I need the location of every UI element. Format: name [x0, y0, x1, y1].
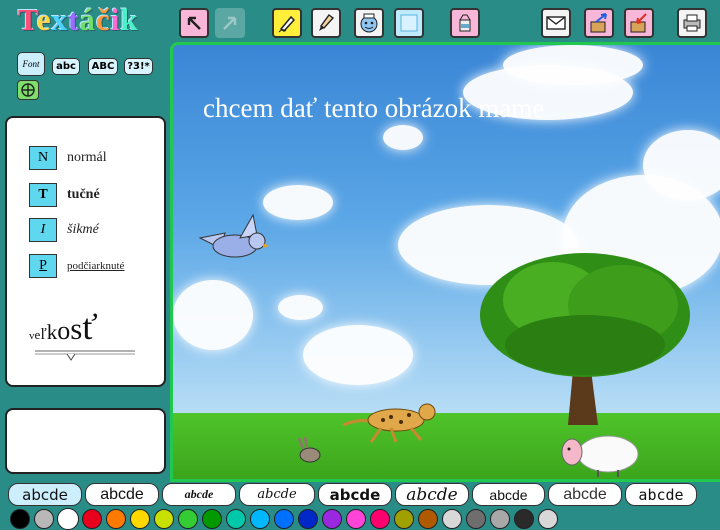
color-swatch[interactable]: [130, 509, 150, 529]
cloud: [303, 325, 413, 385]
font-sample-7[interactable]: abcde: [472, 483, 545, 506]
style-normal-key: N: [29, 146, 57, 170]
font-size-control[interactable]: veľkosť: [29, 306, 137, 362]
font-sample-4[interactable]: abcde: [239, 483, 315, 506]
color-swatch[interactable]: [178, 509, 198, 529]
face-icon: [360, 13, 378, 33]
style-normal-label: normál: [67, 150, 107, 165]
font-sample-5[interactable]: abcde: [318, 483, 392, 506]
color-swatch[interactable]: [250, 509, 270, 529]
color-swatch[interactable]: [202, 509, 222, 529]
pen-icon: [278, 15, 296, 33]
size-slider-icon: [35, 350, 135, 361]
move-button[interactable]: [17, 80, 39, 100]
color-swatch[interactable]: [322, 509, 342, 529]
blank-page-button[interactable]: [394, 8, 424, 38]
drawing-canvas[interactable]: chcem dať tento obrázok mame: [170, 42, 720, 482]
color-swatch[interactable]: [394, 509, 414, 529]
style-italic-label: šikmé: [67, 222, 99, 237]
bottom-bar: abcde abcde abcde abcde abcde abcde abcd…: [0, 482, 720, 530]
paint-bucket-button[interactable]: [450, 8, 480, 38]
color-swatch[interactable]: [370, 509, 390, 529]
font-sample-8[interactable]: abcde: [548, 483, 622, 506]
box-arrow-out-icon: [630, 13, 647, 33]
symbols-button[interactable]: ?3!*: [124, 58, 153, 75]
font-sample-1[interactable]: abcde: [8, 483, 82, 506]
font-sample-6[interactable]: abcde: [395, 483, 469, 506]
color-swatch[interactable]: [346, 509, 366, 529]
color-swatch[interactable]: [274, 509, 294, 529]
print-button[interactable]: [677, 8, 707, 38]
style-italic[interactable]: I šikmé: [29, 218, 99, 242]
font-size-label: veľkosť: [29, 307, 98, 347]
font-samples: abcde abcde abcde abcde abcde abcde abcd…: [8, 483, 697, 506]
color-swatch[interactable]: [106, 509, 126, 529]
style-underline-key: P: [29, 254, 57, 278]
undo-button[interactable]: [179, 8, 209, 38]
page-icon: [400, 14, 418, 32]
color-swatch[interactable]: [538, 509, 558, 529]
redo-button[interactable]: [215, 8, 245, 38]
top-toolbar: Textáčik: [0, 0, 720, 42]
arrow-back-icon: [187, 16, 201, 30]
uppercase-button[interactable]: ABC: [88, 58, 118, 75]
arrow-forward-icon: [223, 16, 237, 30]
color-swatch[interactable]: [10, 509, 30, 529]
sheep-sticker[interactable]: [558, 430, 640, 478]
font-sample-9[interactable]: abcde: [625, 483, 697, 506]
notes-box[interactable]: [5, 408, 166, 474]
bird-sticker[interactable]: [195, 213, 270, 268]
printer-icon: [683, 14, 701, 32]
cloud: [383, 125, 423, 150]
open-button[interactable]: [584, 8, 614, 38]
pen-tool-button[interactable]: [272, 8, 302, 38]
tree-sticker[interactable]: [473, 250, 698, 430]
style-italic-key: I: [29, 218, 57, 242]
cheetah-sticker[interactable]: [341, 400, 441, 445]
color-swatch[interactable]: [34, 509, 54, 529]
cloud: [263, 185, 333, 220]
color-swatch[interactable]: [418, 509, 438, 529]
character-button[interactable]: [354, 8, 384, 38]
app-logo: Textáčik: [18, 2, 139, 37]
move-icon: [21, 83, 35, 97]
color-swatch[interactable]: [490, 509, 510, 529]
color-swatch[interactable]: [82, 509, 102, 529]
rabbit-sticker[interactable]: [295, 435, 325, 465]
brush-icon: [319, 14, 335, 31]
save-button[interactable]: [624, 8, 654, 38]
font-button[interactable]: Font: [17, 52, 45, 76]
cloud: [173, 280, 253, 350]
style-underline-label: podčiarknuté: [67, 260, 125, 272]
cloud: [503, 45, 643, 85]
style-bold[interactable]: T tučné: [29, 183, 100, 207]
color-swatch[interactable]: [442, 509, 462, 529]
color-palette: [10, 509, 558, 529]
color-swatch[interactable]: [298, 509, 318, 529]
font-sample-2[interactable]: abcde: [85, 483, 159, 506]
text-style-panel: N normál T tučné I šikmé P podčiarknuté …: [5, 116, 166, 387]
lowercase-button[interactable]: abc: [52, 58, 80, 75]
color-swatch[interactable]: [466, 509, 486, 529]
font-sample-3[interactable]: abcde: [162, 483, 236, 506]
mail-button[interactable]: [541, 8, 571, 38]
brush-tool-button[interactable]: [311, 8, 341, 38]
style-bold-label: tučné: [67, 187, 100, 202]
canvas-text[interactable]: chcem dať tento obrázok mame: [203, 93, 544, 124]
style-underline[interactable]: P podčiarknuté: [29, 254, 124, 278]
color-swatch[interactable]: [58, 509, 78, 529]
color-swatch[interactable]: [514, 509, 534, 529]
color-swatch[interactable]: [226, 509, 246, 529]
style-bold-key: T: [29, 183, 57, 207]
cloud: [278, 295, 323, 320]
box-arrow-in-icon: [590, 13, 607, 33]
color-swatch[interactable]: [154, 509, 174, 529]
envelope-icon: [546, 16, 566, 30]
bucket-icon: [459, 14, 471, 32]
style-normal[interactable]: N normál: [29, 146, 107, 170]
